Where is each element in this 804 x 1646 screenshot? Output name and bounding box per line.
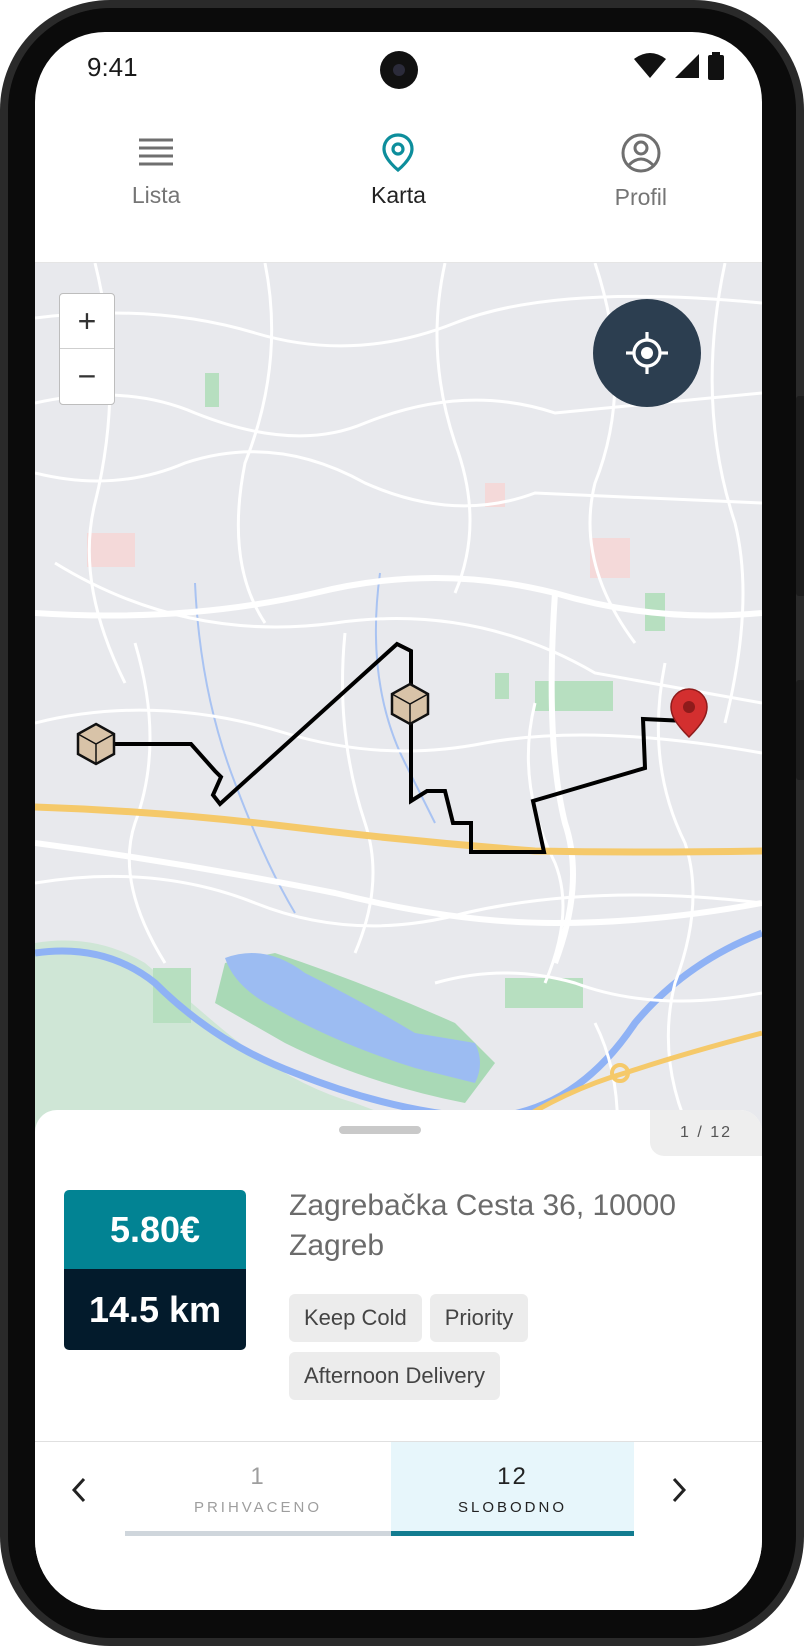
signal-icon bbox=[675, 54, 699, 78]
delivery-price: 5.80€ bbox=[64, 1190, 246, 1269]
segment-count: 1 bbox=[250, 1462, 266, 1490]
tab-profil[interactable]: Profil bbox=[520, 112, 762, 262]
segment-label: PRIHVACENO bbox=[193, 1498, 323, 1516]
segment-indicator bbox=[391, 1531, 634, 1536]
tab-label: Profil bbox=[614, 184, 668, 210]
tag-chip: Keep Cold bbox=[289, 1294, 422, 1342]
zoom-control: + − bbox=[59, 293, 115, 405]
segment-slobodno[interactable]: 12 SLOBODNO bbox=[391, 1442, 634, 1536]
delivery-tags: Keep Cold Priority Afternoon Delivery bbox=[289, 1294, 709, 1400]
map-main-streets bbox=[35, 575, 762, 965]
tab-label: Lista bbox=[131, 182, 181, 208]
segment-count: 12 bbox=[497, 1462, 528, 1490]
zoom-out-button[interactable]: − bbox=[60, 348, 114, 403]
map-highway bbox=[35, 803, 762, 856]
bottom-nav: 1 PRIHVACENO 12 SLOBODNO bbox=[35, 1441, 762, 1536]
map-view[interactable]: + − bbox=[35, 263, 762, 1163]
battery-icon bbox=[708, 52, 724, 80]
front-camera bbox=[380, 51, 418, 89]
delivery-distance: 14.5 km bbox=[64, 1269, 246, 1350]
crosshair-icon bbox=[626, 332, 668, 374]
tab-lista[interactable]: Lista bbox=[35, 112, 277, 262]
previous-button[interactable] bbox=[59, 1470, 99, 1510]
top-tabs: Lista Karta Profil bbox=[35, 112, 762, 263]
map-pin-icon bbox=[382, 133, 415, 172]
map-park bbox=[495, 673, 509, 699]
list-icon bbox=[139, 138, 174, 166]
route-line bbox=[95, 641, 687, 854]
side-button bbox=[796, 396, 804, 596]
tab-karta[interactable]: Karta bbox=[277, 112, 519, 262]
status-time: 9:41 bbox=[87, 52, 138, 82]
delivery-counter: 1 / 12 bbox=[650, 1110, 762, 1156]
map-park bbox=[205, 373, 219, 407]
screen: 9:41 Lista Karta Profil + − 1 / 12 5.80€… bbox=[35, 32, 762, 1610]
locate-me-button[interactable] bbox=[593, 299, 701, 407]
segment-prihvaceno[interactable]: 1 PRIHVACENO bbox=[125, 1442, 391, 1536]
status-bar: 9:41 bbox=[35, 32, 762, 102]
package-marker[interactable] bbox=[390, 682, 430, 726]
sheet-handle[interactable] bbox=[339, 1126, 421, 1134]
tab-label: Karta bbox=[371, 182, 426, 208]
phone-frame: 9:41 Lista Karta Profil + − 1 / 12 5.80€… bbox=[0, 0, 804, 1646]
map-building bbox=[87, 533, 135, 567]
user-circle-icon bbox=[621, 133, 661, 173]
chevron-right-icon bbox=[672, 1477, 687, 1503]
chevron-left-icon bbox=[71, 1477, 86, 1503]
price-distance-box: 5.80€ 14.5 km bbox=[64, 1190, 246, 1350]
wifi-icon bbox=[634, 53, 666, 78]
tag-chip: Afternoon Delivery bbox=[289, 1352, 500, 1400]
segment-indicator bbox=[125, 1531, 391, 1536]
next-button[interactable] bbox=[659, 1470, 699, 1510]
package-marker[interactable] bbox=[76, 722, 116, 766]
map-park bbox=[535, 681, 613, 711]
side-button bbox=[796, 680, 804, 780]
destination-pin-icon[interactable] bbox=[670, 688, 708, 739]
delivery-address: Zagrebačka Cesta 36, 10000 Zagreb bbox=[289, 1189, 676, 1262]
tag-chip: Priority bbox=[429, 1294, 529, 1342]
zoom-in-button[interactable]: + bbox=[60, 294, 114, 348]
segment-label: SLOBODNO bbox=[457, 1498, 568, 1516]
